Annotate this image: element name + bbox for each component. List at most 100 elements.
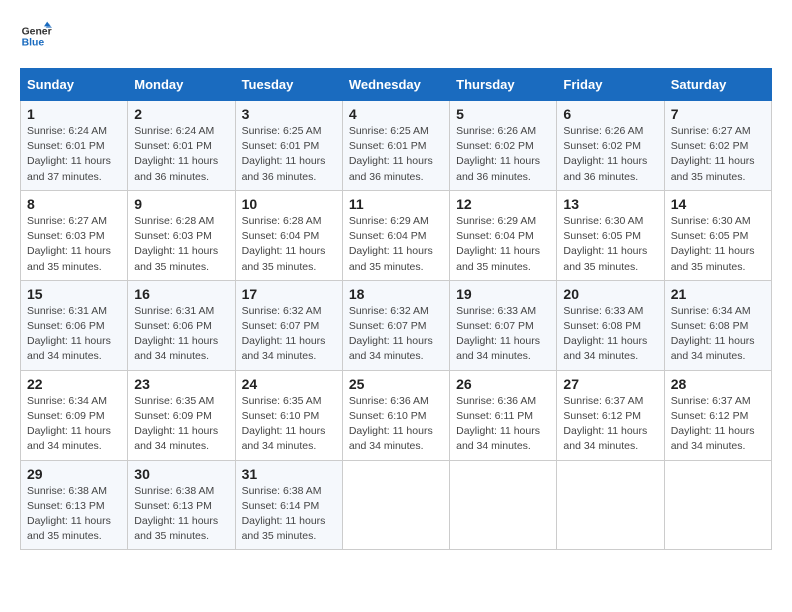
day-number: 3 <box>242 106 336 122</box>
calendar-cell: 14 Sunrise: 6:30 AMSunset: 6:05 PMDayligh… <box>664 190 771 280</box>
day-info: Sunrise: 6:26 AMSunset: 6:02 PMDaylight:… <box>456 124 550 185</box>
calendar-cell: 18 Sunrise: 6:32 AMSunset: 6:07 PMDayligh… <box>342 280 449 370</box>
svg-text:General: General <box>22 26 52 37</box>
day-info: Sunrise: 6:27 AMSunset: 6:03 PMDaylight:… <box>27 214 121 275</box>
day-info: Sunrise: 6:35 AMSunset: 6:10 PMDaylight:… <box>242 394 336 455</box>
day-info: Sunrise: 6:25 AMSunset: 6:01 PMDaylight:… <box>242 124 336 185</box>
day-number: 20 <box>563 286 657 302</box>
day-info: Sunrise: 6:34 AMSunset: 6:08 PMDaylight:… <box>671 304 765 365</box>
weekday-header-saturday: Saturday <box>664 69 771 101</box>
day-info: Sunrise: 6:34 AMSunset: 6:09 PMDaylight:… <box>27 394 121 455</box>
calendar-cell <box>342 460 449 550</box>
page-header: General Blue <box>20 20 772 52</box>
calendar-cell: 23 Sunrise: 6:35 AMSunset: 6:09 PMDayligh… <box>128 370 235 460</box>
day-info: Sunrise: 6:29 AMSunset: 6:04 PMDaylight:… <box>456 214 550 275</box>
calendar-cell: 20Sunrise: 6:33 AMSunset: 6:08 PMDayligh… <box>557 280 664 370</box>
day-info: Sunrise: 6:30 AMSunset: 6:05 PMDaylight:… <box>563 214 657 275</box>
day-info: Sunrise: 6:24 AMSunset: 6:01 PMDaylight:… <box>134 124 228 185</box>
svg-text:Blue: Blue <box>22 38 45 49</box>
weekday-header-wednesday: Wednesday <box>342 69 449 101</box>
day-info: Sunrise: 6:28 AMSunset: 6:04 PMDaylight:… <box>242 214 336 275</box>
day-number: 19 <box>456 286 550 302</box>
logo: General Blue <box>20 20 52 52</box>
day-number: 15 <box>27 286 121 302</box>
calendar-cell: 2 Sunrise: 6:24 AMSunset: 6:01 PMDaylight… <box>128 101 235 191</box>
day-info: Sunrise: 6:35 AMSunset: 6:09 PMDaylight:… <box>134 394 228 455</box>
day-info: Sunrise: 6:30 AMSunset: 6:05 PMDaylight:… <box>671 214 765 275</box>
day-number: 28 <box>671 376 765 392</box>
day-number: 26 <box>456 376 550 392</box>
calendar-cell: 5Sunrise: 6:26 AMSunset: 6:02 PMDaylight… <box>450 101 557 191</box>
calendar-cell <box>557 460 664 550</box>
logo-icon: General Blue <box>20 20 52 52</box>
calendar-cell: 19 Sunrise: 6:33 AMSunset: 6:07 PMDayligh… <box>450 280 557 370</box>
calendar-cell: 11Sunrise: 6:29 AMSunset: 6:04 PMDayligh… <box>342 190 449 280</box>
day-number: 9 <box>134 196 228 212</box>
calendar-cell: 12 Sunrise: 6:29 AMSunset: 6:04 PMDayligh… <box>450 190 557 280</box>
calendar-cell <box>450 460 557 550</box>
day-info: Sunrise: 6:38 AMSunset: 6:14 PMDaylight:… <box>242 484 336 545</box>
day-number: 2 <box>134 106 228 122</box>
calendar-cell: 16Sunrise: 6:31 AMSunset: 6:06 PMDayligh… <box>128 280 235 370</box>
day-number: 1 <box>27 106 121 122</box>
calendar-cell: 13 Sunrise: 6:30 AMSunset: 6:05 PMDayligh… <box>557 190 664 280</box>
day-info: Sunrise: 6:25 AMSunset: 6:01 PMDaylight:… <box>349 124 443 185</box>
calendar-table: SundayMondayTuesdayWednesdayThursdayFrid… <box>20 68 772 550</box>
day-number: 4 <box>349 106 443 122</box>
day-number: 21 <box>671 286 765 302</box>
calendar-cell: 27 Sunrise: 6:37 AMSunset: 6:12 PMDayligh… <box>557 370 664 460</box>
day-info: Sunrise: 6:31 AMSunset: 6:06 PMDaylight:… <box>27 304 121 365</box>
day-number: 6 <box>563 106 657 122</box>
day-number: 23 <box>134 376 228 392</box>
day-number: 24 <box>242 376 336 392</box>
day-info: Sunrise: 6:37 AMSunset: 6:12 PMDaylight:… <box>563 394 657 455</box>
calendar-cell <box>664 460 771 550</box>
day-number: 11 <box>349 196 443 212</box>
day-number: 30 <box>134 466 228 482</box>
day-info: Sunrise: 6:37 AMSunset: 6:12 PMDaylight:… <box>671 394 765 455</box>
day-number: 16 <box>134 286 228 302</box>
day-info: Sunrise: 6:33 AMSunset: 6:07 PMDaylight:… <box>456 304 550 365</box>
day-number: 8 <box>27 196 121 212</box>
day-number: 27 <box>563 376 657 392</box>
calendar-cell: 3 Sunrise: 6:25 AMSunset: 6:01 PMDaylight… <box>235 101 342 191</box>
weekday-header-friday: Friday <box>557 69 664 101</box>
day-number: 14 <box>671 196 765 212</box>
calendar-cell: 30 Sunrise: 6:38 AMSunset: 6:13 PMDayligh… <box>128 460 235 550</box>
calendar-cell: 10Sunrise: 6:28 AMSunset: 6:04 PMDayligh… <box>235 190 342 280</box>
weekday-header-tuesday: Tuesday <box>235 69 342 101</box>
calendar-cell: 29 Sunrise: 6:38 AMSunset: 6:13 PMDayligh… <box>21 460 128 550</box>
day-number: 13 <box>563 196 657 212</box>
calendar-cell: 1 Sunrise: 6:24 AMSunset: 6:01 PMDaylight… <box>21 101 128 191</box>
calendar-cell: 9Sunrise: 6:28 AMSunset: 6:03 PMDaylight… <box>128 190 235 280</box>
day-info: Sunrise: 6:38 AMSunset: 6:13 PMDaylight:… <box>134 484 228 545</box>
weekday-header-thursday: Thursday <box>450 69 557 101</box>
calendar-cell: 26Sunrise: 6:36 AMSunset: 6:11 PMDayligh… <box>450 370 557 460</box>
calendar-cell: 25Sunrise: 6:36 AMSunset: 6:10 PMDayligh… <box>342 370 449 460</box>
calendar-cell: 31 Sunrise: 6:38 AMSunset: 6:14 PMDayligh… <box>235 460 342 550</box>
day-info: Sunrise: 6:27 AMSunset: 6:02 PMDaylight:… <box>671 124 765 185</box>
day-number: 29 <box>27 466 121 482</box>
calendar-cell: 24 Sunrise: 6:35 AMSunset: 6:10 PMDayligh… <box>235 370 342 460</box>
day-info: Sunrise: 6:32 AMSunset: 6:07 PMDaylight:… <box>349 304 443 365</box>
day-info: Sunrise: 6:26 AMSunset: 6:02 PMDaylight:… <box>563 124 657 185</box>
calendar-cell: 6 Sunrise: 6:26 AMSunset: 6:02 PMDaylight… <box>557 101 664 191</box>
day-number: 12 <box>456 196 550 212</box>
calendar-cell: 28 Sunrise: 6:37 AMSunset: 6:12 PMDayligh… <box>664 370 771 460</box>
day-number: 7 <box>671 106 765 122</box>
day-number: 17 <box>242 286 336 302</box>
calendar-cell: 8 Sunrise: 6:27 AMSunset: 6:03 PMDaylight… <box>21 190 128 280</box>
calendar-cell: 7 Sunrise: 6:27 AMSunset: 6:02 PMDaylight… <box>664 101 771 191</box>
day-info: Sunrise: 6:24 AMSunset: 6:01 PMDaylight:… <box>27 124 121 185</box>
day-number: 31 <box>242 466 336 482</box>
day-info: Sunrise: 6:36 AMSunset: 6:10 PMDaylight:… <box>349 394 443 455</box>
calendar-cell: 21 Sunrise: 6:34 AMSunset: 6:08 PMDayligh… <box>664 280 771 370</box>
day-info: Sunrise: 6:32 AMSunset: 6:07 PMDaylight:… <box>242 304 336 365</box>
day-number: 18 <box>349 286 443 302</box>
calendar-cell: 4 Sunrise: 6:25 AMSunset: 6:01 PMDaylight… <box>342 101 449 191</box>
day-info: Sunrise: 6:38 AMSunset: 6:13 PMDaylight:… <box>27 484 121 545</box>
weekday-header-monday: Monday <box>128 69 235 101</box>
calendar-cell: 15 Sunrise: 6:31 AMSunset: 6:06 PMDayligh… <box>21 280 128 370</box>
weekday-header-sunday: Sunday <box>21 69 128 101</box>
calendar-cell: 22Sunrise: 6:34 AMSunset: 6:09 PMDayligh… <box>21 370 128 460</box>
